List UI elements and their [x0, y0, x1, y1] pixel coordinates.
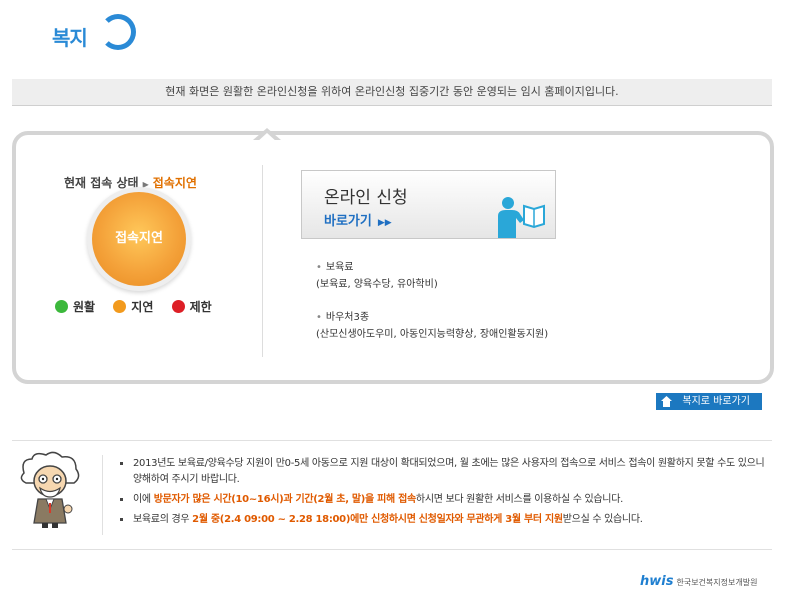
legend-item-smooth: 원활 [55, 298, 95, 315]
orange-dot-icon [113, 300, 127, 313]
notice-item: 이에 방문자가 많은 시간(10~16시)과 기간(2월 초, 말)을 피해 접… [118, 492, 768, 508]
double-arrow-right-icon: ▶▶ [377, 218, 392, 228]
bokjiro-logo[interactable]: 복지 [52, 12, 136, 52]
logo-text: 복지 [52, 26, 88, 50]
footer-org-name: 한국보건복지정보개발원 [676, 578, 758, 587]
footer-logo: hwis 한국보건복지정보개발원 [640, 570, 757, 589]
status-legend: 원활 지연 제한 [55, 298, 226, 315]
bokjiro-shortcut-button[interactable]: 복지로 바로가기 [656, 393, 762, 410]
footer-divider [12, 549, 772, 550]
green-dot-icon [55, 300, 68, 313]
status-indicator-text: 접속지연 [115, 231, 163, 246]
footer-brand: hwis [640, 574, 674, 589]
bullet-square [120, 498, 123, 501]
bullet-square [120, 518, 123, 521]
bullet-square [120, 462, 123, 465]
connection-status-value: 접속지연 [152, 176, 197, 190]
triangle-right-icon: ▶ [142, 180, 149, 189]
bullet-dot: • [316, 262, 322, 273]
info-voucher: • 바우처3종 (산모신생아도우미, 아동인지능력향상, 장애인활동지원) [316, 312, 549, 340]
online-apply-subtitle: 바로가기 ▶▶ [324, 214, 392, 229]
connection-status-row: 현재 접속 상태 ▶ 접속지연 [64, 174, 197, 191]
notice-divider [102, 455, 103, 535]
professor-mascot-icon [20, 451, 80, 528]
legend-item-restricted: 제한 [171, 298, 212, 315]
temporary-page-notice: 현재 화면은 원활한 온라인신청을 위하여 온라인신청 집중기간 동안 운영되는… [12, 79, 772, 106]
notice-item: 보육료의 경우 2월 중(2.4 09:00 ~ 2.28 18:00)에만 신… [118, 512, 768, 528]
red-dot-icon [171, 300, 185, 313]
online-apply-button[interactable]: 온라인 신청 바로가기 ▶▶ [301, 170, 556, 239]
online-apply-title: 온라인 신청 [324, 188, 408, 208]
legend-item-delay: 지연 [113, 298, 153, 315]
logo-ring-icon [100, 14, 136, 50]
panel-divider [262, 165, 263, 357]
panel-notch-inner [257, 133, 277, 142]
person-reading-icon [498, 197, 545, 238]
notice-item: 2013년도 보육료/양육수당 지원이 만0-5세 아동으로 지원 대상이 확대… [118, 456, 768, 488]
section-divider [12, 440, 772, 441]
info-childcare: • 보육료 (보육료, 양육수당, 유아학비) [316, 262, 438, 290]
notice-list: 2013년도 보육료/양육수당 지원이 만0-5세 아동으로 지원 대상이 확대… [118, 456, 768, 532]
status-indicator-circle: 접속지연 [92, 192, 186, 286]
home-icon [661, 396, 672, 407]
bullet-dot: • [316, 312, 322, 323]
connection-status-label: 현재 접속 상태 [64, 176, 139, 190]
